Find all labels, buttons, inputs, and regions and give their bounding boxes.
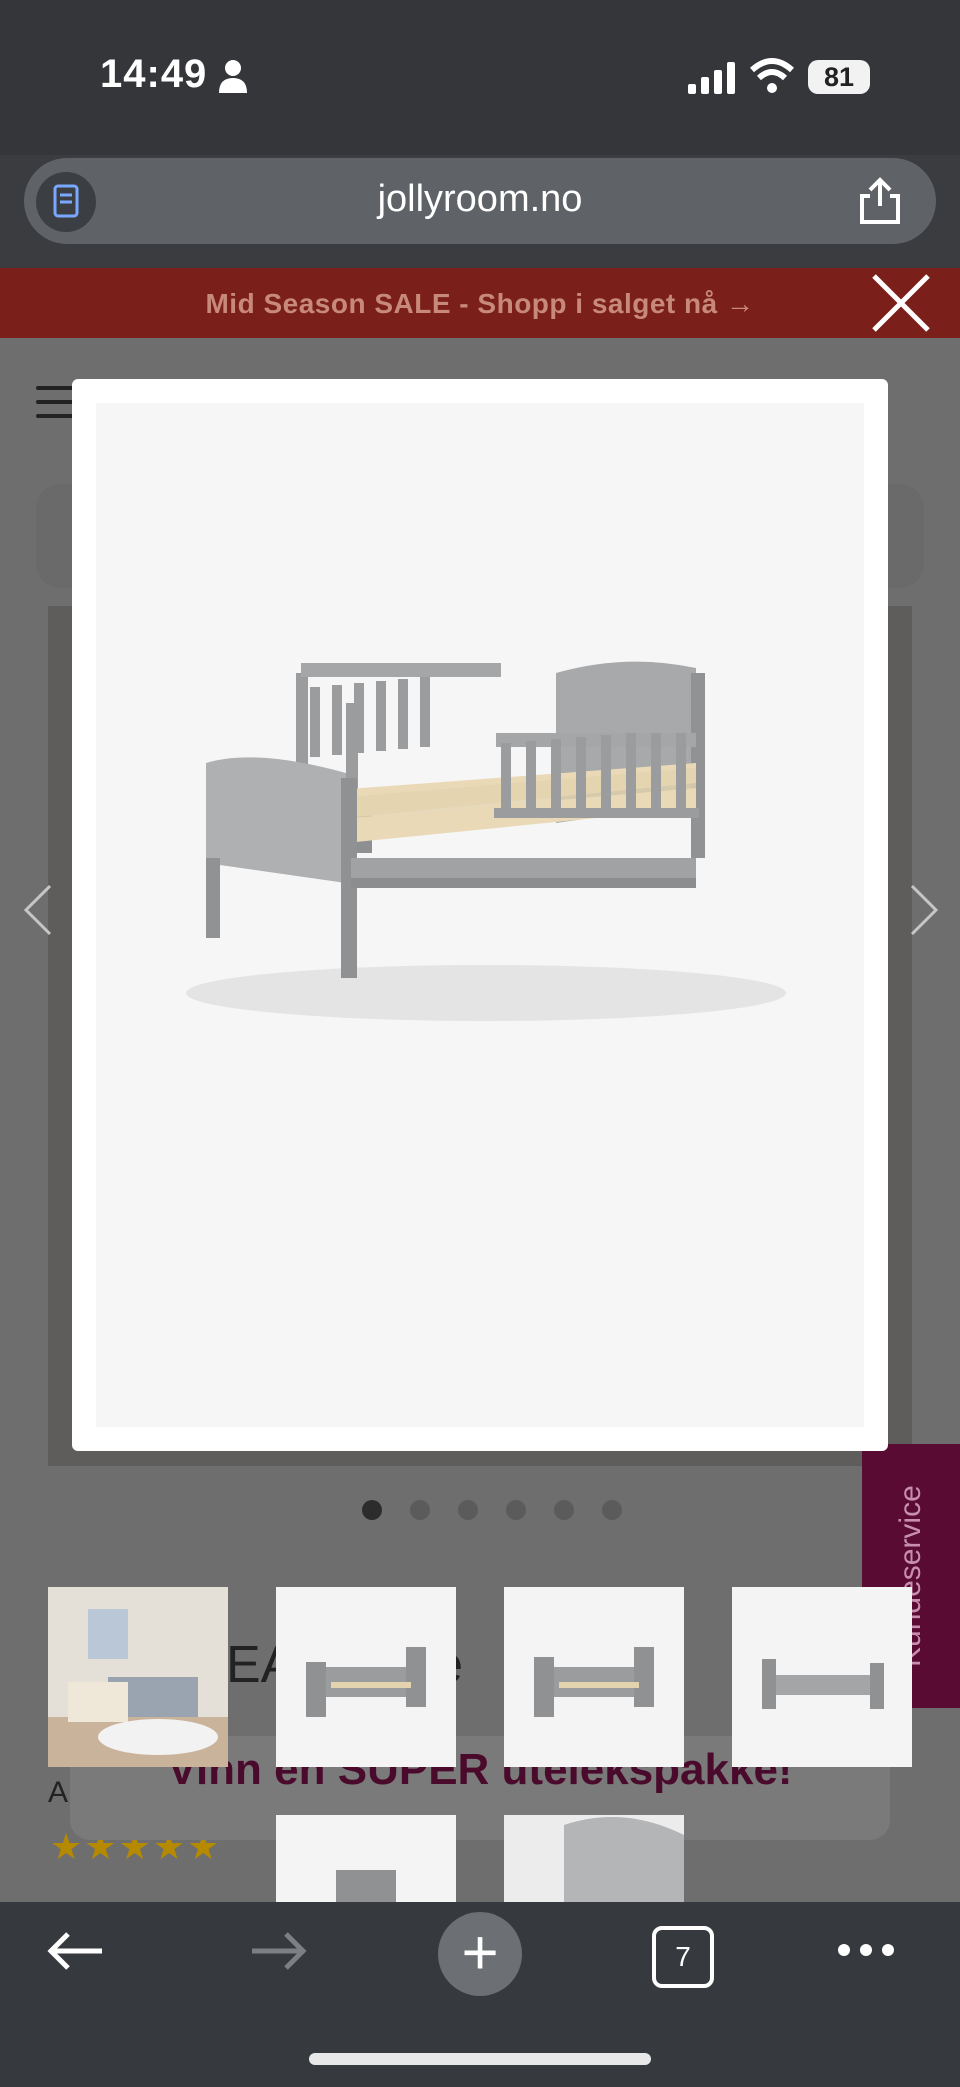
carousel-dot-3[interactable] <box>458 1500 478 1520</box>
battery-indicator: 81 <box>808 60 870 94</box>
url-text[interactable]: jollyroom.no <box>0 178 960 221</box>
partial-text: A <box>48 1776 69 1809</box>
more-icon[interactable] <box>836 1940 896 1965</box>
home-indicator <box>309 2053 651 2065</box>
status-time: 14:49 <box>100 52 208 96</box>
thumbnail-bed-2[interactable] <box>504 1587 684 1767</box>
next-image-arrow-icon[interactable] <box>904 880 944 953</box>
carousel-dot-1[interactable] <box>362 1500 382 1520</box>
tabs-button[interactable]: 7 <box>652 1926 714 1988</box>
thumbnail-bed-1[interactable] <box>276 1587 456 1767</box>
lightbox-main-image <box>96 403 864 1427</box>
toddler-bed-illustration <box>186 661 786 1021</box>
close-icon[interactable] <box>866 268 936 338</box>
carousel-dot-5[interactable] <box>554 1500 574 1520</box>
share-icon[interactable] <box>856 176 904 231</box>
person-icon <box>218 58 248 99</box>
sale-banner-text[interactable]: Mid Season SALE - Shopp i salget nå → <box>0 288 960 320</box>
carousel-dot-4[interactable] <box>506 1500 526 1520</box>
back-arrow-icon[interactable] <box>46 1926 106 1981</box>
wifi-icon <box>749 58 795 99</box>
thumbnail-bed-3[interactable] <box>732 1587 912 1767</box>
thumbnail-bed-4[interactable] <box>276 1815 456 1902</box>
new-tab-plus-icon[interactable]: + <box>438 1912 522 1996</box>
carousel-dot-2[interactable] <box>410 1500 430 1520</box>
hamburger-menu-icon[interactable] <box>36 386 74 428</box>
previous-image-arrow-icon[interactable] <box>18 880 58 953</box>
thumbnail-room-scene[interactable] <box>48 1587 228 1767</box>
forward-arrow-icon[interactable] <box>248 1926 308 1981</box>
carousel-dot-6[interactable] <box>602 1500 622 1520</box>
carousel-dots <box>362 1500 622 1522</box>
thumbnail-bed-5[interactable] <box>504 1815 684 1902</box>
signal-icon <box>688 62 736 99</box>
